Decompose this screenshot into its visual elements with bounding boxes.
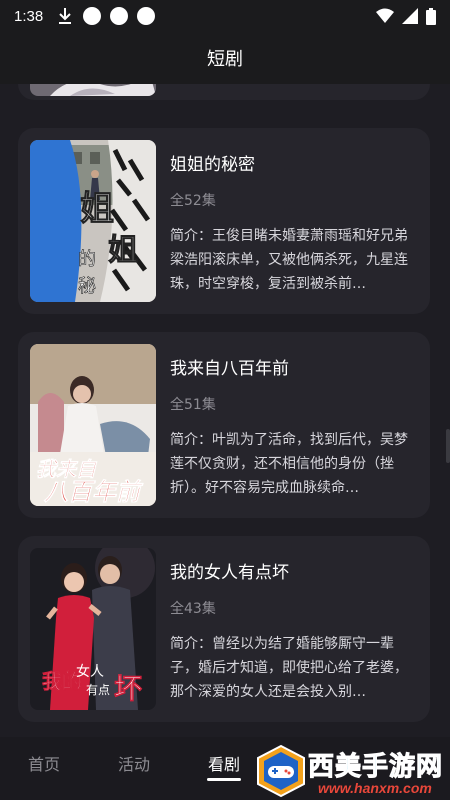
drama-poster [30,84,156,96]
download-icon [59,8,72,24]
drama-card[interactable]: 我的 女人 有点 坏 我的女人有点坏 全43集 简介：曾经以为结了婚能够厮守一辈… [18,536,430,722]
svg-text:秘: 秘 [78,276,96,297]
svg-text:有点: 有点 [86,683,110,697]
drama-title: 姐姐的秘密 [170,155,255,175]
svg-text:姐: 姐 [108,233,138,268]
drama-card[interactable]: 姐 姐 的 秘 姐姐的秘密 全52集 简介：王俊目睹未婚妻萧雨瑶和好兄弟梁浩阳滚… [18,128,430,314]
notification-dot-icon [137,7,156,25]
watermark-url: www.hanxm.com [318,780,432,796]
notification-dot-icon [83,7,102,25]
drama-poster: 我的 女人 有点 坏 [30,548,156,710]
drama-title: 我来自八百年前 [170,359,289,379]
drama-card-partial[interactable] [18,84,430,100]
notification-dot-icon [110,7,129,25]
wifi-icon [376,8,394,23]
poster-title-text: 姐 [80,189,114,229]
drama-title: 我的女人有点坏 [170,563,289,583]
scrollbar[interactable] [446,429,450,463]
nav-active-indicator [207,778,241,781]
gamepad-logo-icon [257,744,305,798]
nav-item-watch[interactable]: 看剧 [208,751,240,775]
drama-episode-count: 全52集 [170,193,216,209]
drama-episode-count: 全43集 [170,601,216,617]
nav-item-activity[interactable]: 活动 [118,751,150,775]
app-header: 短剧 [0,32,450,84]
drama-list[interactable]: 姐 姐 的 秘 姐姐的秘密 全52集 简介：王俊目睹未婚妻萧雨瑶和好兄弟梁浩阳滚… [0,84,450,737]
status-time: 1:38 [14,7,44,25]
svg-text:的: 的 [78,249,96,270]
svg-text:八百年前: 八百年前 [43,477,144,506]
drama-poster: 姐 姐 的 秘 [30,140,156,302]
drama-card[interactable]: 我来自 八百年前 我来自八百年前 全51集 简介：叶凯为了活命，找到后代，吴梦莲… [18,332,430,518]
drama-description: 简介：叶凯为了活命，找到后代，吴梦莲不仅贪财，还不相信他的身份（挫折）。好不容易… [170,432,408,496]
signal-icon [402,8,418,24]
drama-poster: 我来自 八百年前 [30,344,156,506]
drama-description: 简介：曾经以为结了婚能够厮守一辈子，婚后才知道，即使把心给了老婆，那个深爱的女人… [170,636,408,700]
drama-description: 简介：王俊目睹未婚妻萧雨瑶和好兄弟梁浩阳滚床单，又被他俩杀死，九星连珠，时空穿梭… [170,228,408,292]
page-title: 短剧 [207,49,243,70]
drama-episode-count: 全51集 [170,397,216,413]
svg-text:坏: 坏 [114,672,142,705]
nav-item-home[interactable]: 首页 [28,751,60,775]
svg-text:女人: 女人 [76,663,104,680]
watermark: 西美手游网 www.hanxm.com [252,742,450,800]
status-bar: 1:38 [0,0,450,32]
watermark-text: 西美手游网 [307,752,444,783]
battery-icon [426,7,436,25]
